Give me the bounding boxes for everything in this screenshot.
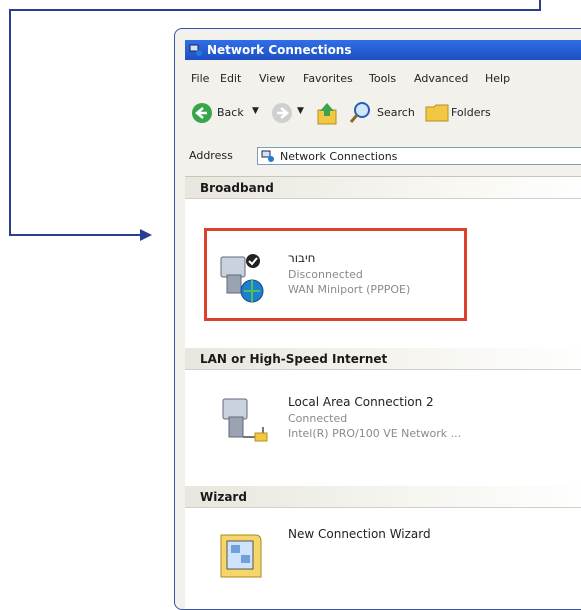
- network-connections-icon: [261, 150, 274, 162]
- back-arrow-icon[interactable]: [191, 102, 213, 124]
- toolbar: Back ▼ ▼ Search Folders: [185, 96, 581, 130]
- forward-dropdown-icon[interactable]: ▼: [297, 106, 304, 116]
- address-value: Network Connections: [280, 150, 398, 163]
- address-label: Address: [189, 149, 233, 162]
- address-input[interactable]: Network Connections: [257, 147, 581, 165]
- connection-name: New Connection Wizard: [288, 527, 431, 541]
- menu-help[interactable]: Help: [485, 72, 510, 85]
- search-button[interactable]: Search: [377, 106, 415, 119]
- group-header-broadband: Broadband: [185, 177, 581, 199]
- search-icon[interactable]: [349, 100, 373, 124]
- window-title: Network Connections: [207, 43, 352, 57]
- menu-view[interactable]: View: [259, 72, 285, 85]
- network-connections-icon: [189, 44, 202, 56]
- forward-arrow-icon[interactable]: [271, 102, 293, 124]
- connection-device: Intel(R) PRO/100 VE Network ...: [288, 427, 462, 440]
- group-header-wizard: Wizard: [185, 486, 581, 508]
- menu-advanced[interactable]: Advanced: [414, 72, 468, 85]
- up-folder-icon[interactable]: [315, 100, 339, 126]
- connection-name: Local Area Connection 2: [288, 395, 434, 409]
- list-item[interactable]: Local Area Connection 2 Connected Intel(…: [185, 379, 581, 459]
- menu-bar: File Edit View Favorites Tools Advanced …: [185, 69, 581, 89]
- folders-button[interactable]: Folders: [451, 106, 491, 119]
- back-dropdown-icon[interactable]: ▼: [252, 106, 259, 116]
- menu-favorites[interactable]: Favorites: [303, 72, 353, 85]
- address-bar: Address Network Connections: [185, 144, 581, 168]
- connections-list: Broadband חיבור Disconnected WAN Minipor…: [185, 176, 581, 609]
- menu-edit[interactable]: Edit: [220, 72, 241, 85]
- lan-connection-icon: [222, 398, 268, 442]
- connection-status: Connected: [288, 412, 348, 425]
- new-connection-wizard-icon: [220, 534, 262, 578]
- explorer-window: Network Connections File Edit View Favor…: [174, 28, 581, 610]
- list-item[interactable]: New Connection Wizard: [185, 513, 581, 593]
- menu-tools[interactable]: Tools: [369, 72, 396, 85]
- folders-icon[interactable]: [425, 102, 449, 122]
- group-header-lan: LAN or High-Speed Internet: [185, 348, 581, 370]
- menu-file[interactable]: File: [191, 72, 209, 85]
- back-button[interactable]: Back: [217, 106, 244, 119]
- highlight-box: [204, 228, 467, 321]
- window-titlebar: Network Connections: [185, 40, 581, 60]
